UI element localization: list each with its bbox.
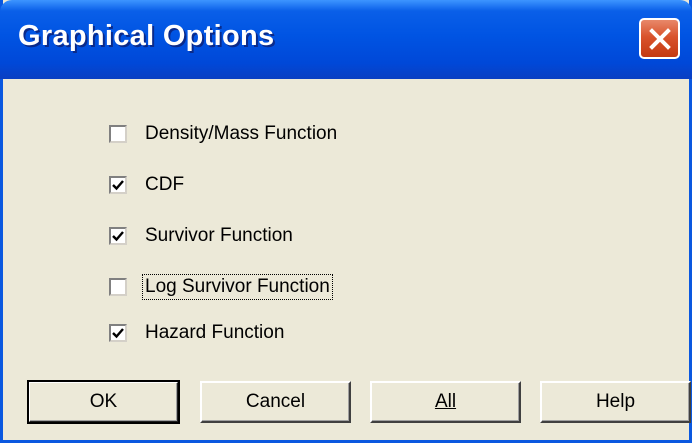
all-label: All [434, 391, 457, 412]
checkbox[interactable] [109, 176, 127, 194]
option-label: CDF [145, 174, 185, 195]
ok-button[interactable]: OK [27, 380, 180, 424]
option-label: Hazard Function [145, 322, 285, 343]
cancel-button[interactable]: Cancel [200, 381, 351, 423]
checkbox[interactable] [109, 324, 127, 342]
ok-label: OK [89, 391, 118, 412]
checkmark-icon [112, 231, 124, 242]
help-button[interactable]: Help [540, 381, 691, 423]
checkbox[interactable] [109, 278, 127, 296]
cancel-label: Cancel [245, 391, 306, 412]
option-log-survivor-function[interactable]: Log Survivor Function [109, 274, 333, 300]
title-bar[interactable]: Graphical Options [0, 0, 692, 79]
window-title: Graphical Options [18, 20, 275, 52]
checkmark-icon [112, 328, 124, 339]
option-label: Density/Mass Function [145, 123, 338, 144]
option-hazard-function[interactable]: Hazard Function [109, 320, 285, 346]
checkbox[interactable] [109, 227, 127, 245]
close-button[interactable] [639, 18, 680, 59]
option-density-mass-function[interactable]: Density/Mass Function [109, 121, 338, 147]
help-label: Help [595, 391, 636, 412]
close-icon [648, 27, 671, 50]
checkmark-icon [112, 180, 124, 191]
option-cdf[interactable]: CDF [109, 172, 185, 198]
option-label: Survivor Function [145, 225, 293, 246]
checkbox[interactable] [109, 125, 127, 143]
all-button[interactable]: All [370, 381, 521, 423]
option-survivor-function[interactable]: Survivor Function [109, 223, 294, 249]
dialog-window: Graphical Options Density/Mass Function … [0, 0, 692, 443]
option-label: Log Survivor Function [142, 274, 333, 300]
